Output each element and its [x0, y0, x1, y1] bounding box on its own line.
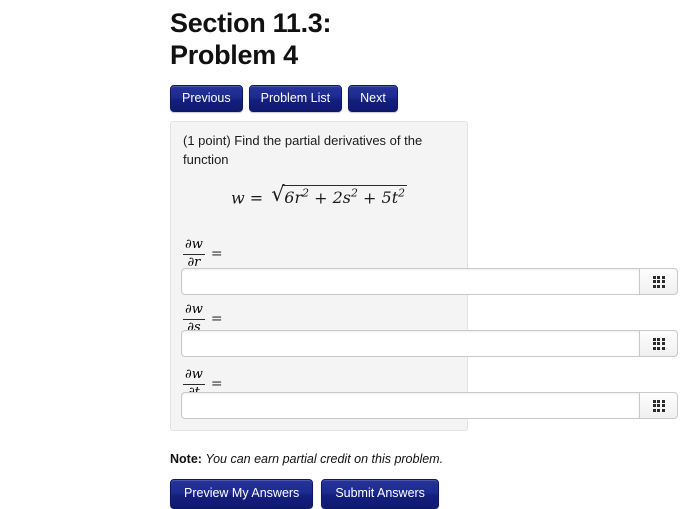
fraction-dw-dr: ∂w ∂r — [183, 237, 205, 270]
keypad-button-s[interactable] — [639, 330, 678, 358]
term-2: 2s2 — [332, 187, 358, 208]
equals-sign-t: = — [210, 376, 223, 393]
keypad-button-t[interactable] — [639, 392, 678, 420]
previous-button[interactable]: Previous — [170, 84, 243, 113]
formula-equals: = — [249, 188, 264, 208]
term-1: 6r2 — [284, 187, 310, 208]
keypad-button-r[interactable] — [639, 268, 678, 296]
problem-list-button[interactable]: Problem List — [248, 84, 343, 113]
note-label: Note: — [170, 452, 202, 467]
grid-3x3-icon — [652, 275, 665, 288]
submit-answers-button[interactable]: Submit Answers — [321, 479, 439, 509]
answer-field-r — [181, 268, 678, 296]
derivative-label-r: ∂w ∂r = — [183, 237, 455, 271]
problem-page: Section 11.3: Problem 4 Previous Problem… — [170, 0, 700, 509]
term-3: 5t2 — [381, 187, 406, 208]
equals-sign-s: = — [210, 311, 223, 328]
action-bar: Preview My Answers Submit Answers — [170, 479, 700, 509]
radical-sign-icon: √ — [271, 182, 285, 207]
answer-field-s — [181, 330, 678, 358]
derivative-row-r: ∂w ∂r = — [183, 237, 455, 271]
grid-3x3-icon — [652, 399, 665, 412]
formula-lhs: w — [230, 188, 245, 208]
answer-input-s[interactable] — [181, 330, 639, 358]
problem-panel: (1 point) Find the partial derivatives o… — [170, 121, 678, 432]
problem-statement: (1 point) Find the partial derivatives o… — [183, 133, 423, 167]
function-formula: w = √ 6r2 + 2s2 + 5t2 — [183, 182, 455, 208]
preview-my-answers-button[interactable]: Preview My Answers — [170, 479, 314, 509]
answer-input-t[interactable] — [181, 392, 639, 420]
note-text: You can earn partial credit on this prob… — [205, 452, 444, 467]
page-title: Section 11.3: Problem 4 — [170, 8, 332, 70]
next-button[interactable]: Next — [348, 84, 398, 113]
problem-navigation-bar: Previous Problem List Next — [170, 84, 700, 113]
square-root-expression: √ 6r2 + 2s2 + 5t2 — [271, 182, 408, 208]
answer-input-r[interactable] — [181, 268, 639, 296]
grid-3x3-icon — [652, 337, 665, 350]
answer-field-t — [181, 392, 678, 420]
note: Note: You can earn partial credit on thi… — [170, 452, 700, 466]
equals-sign-r: = — [210, 246, 223, 263]
radicand: 6r2 + 2s2 + 5t2 — [282, 185, 408, 208]
